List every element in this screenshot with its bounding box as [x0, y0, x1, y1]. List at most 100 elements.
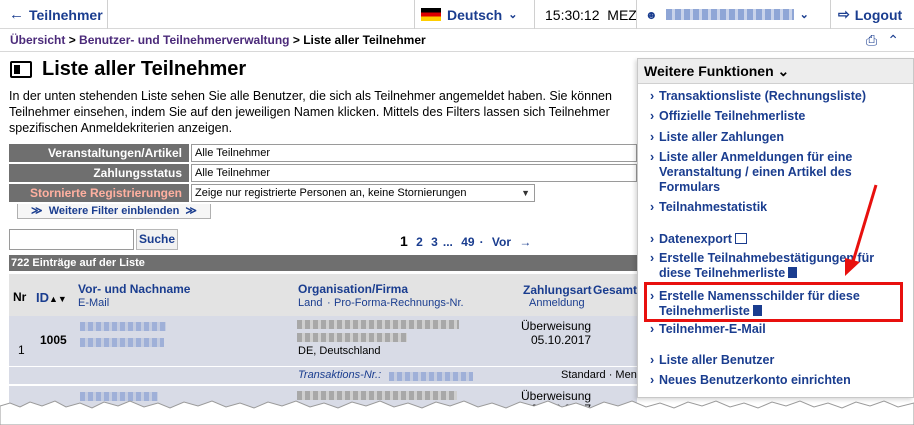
page-link[interactable]: 2	[416, 235, 423, 249]
redacted-transaction[interactable]	[389, 372, 473, 381]
filter-table: Veranstaltungen/Artikel Alle Teilnehmer …	[9, 144, 637, 204]
col-proforma[interactable]: Pro-Forma-Rechnungs-Nr.	[334, 297, 464, 309]
more-filters-button[interactable]: ≫ Weitere Filter einblenden ≫	[17, 204, 211, 219]
link-all-users[interactable]: Liste aller Benutzer	[650, 353, 908, 368]
link-transaction-list[interactable]: Transaktionsliste (Rechnungsliste)	[650, 89, 908, 104]
entry-count: 722 Einträge auf der Liste	[9, 255, 637, 271]
search-input[interactable]	[9, 229, 134, 250]
intro-line: Teilnehmer einsehen, indem Sie auf den j…	[9, 105, 610, 119]
filter-payment-select[interactable]: Alle Teilnehmer	[191, 164, 637, 182]
chevron-down-icon: ⌄	[799, 9, 809, 21]
clock-time: 15:30:12	[545, 6, 600, 23]
col-email[interactable]: E-Mail	[78, 297, 109, 309]
link-registrations-list[interactable]: Liste aller Anmeldungen für eine Veranst…	[650, 150, 908, 195]
breadcrumb-separator: >	[65, 33, 80, 47]
page-link[interactable]: 49	[461, 235, 474, 249]
page-title-text: Liste aller Teilnehmer	[42, 58, 247, 80]
pagination: 1 2 3... 49 · Vor →	[400, 233, 541, 249]
double-chevron-down-icon: ≫	[31, 205, 43, 217]
redacted-org	[297, 333, 407, 342]
row-payment: Überweisung	[521, 319, 592, 333]
language-selector[interactable]: Deutsch ⌄	[414, 0, 534, 29]
row-category: Standard · Men	[561, 369, 637, 381]
filter-event-label: Veranstaltungen/Artikel	[9, 144, 189, 162]
breadcrumb: Übersicht > Benutzer- und Teilnehmerverw…	[10, 33, 426, 47]
back-link-label: Teilnehmer	[29, 6, 103, 23]
panel-title: Weitere Funktionen	[644, 63, 774, 79]
redacted-org	[297, 320, 459, 329]
page-separator: ·	[479, 235, 484, 249]
pdf-icon	[788, 267, 798, 278]
torn-edge	[0, 400, 914, 425]
col-payment[interactable]: Zahlungsart	[523, 283, 592, 297]
link-official-participant-list[interactable]: Offizielle Teilnehmerliste	[650, 109, 908, 124]
link-participation-certificates[interactable]: Erstelle Teilnahmebestätigungen für dies…	[650, 251, 908, 281]
row-nr: 1	[18, 343, 25, 357]
col-org[interactable]: Organisation/Firma	[298, 282, 408, 296]
filter-event-select[interactable]: Alle Teilnehmer	[191, 144, 637, 162]
data-export-label: Datenexport	[659, 232, 732, 246]
link-participant-email[interactable]: Teilnehmer-E-Mail	[650, 322, 908, 337]
sort-icon[interactable]: ▲▼	[49, 294, 67, 304]
more-filters-label: Weitere Filter einblenden	[48, 205, 180, 217]
chevron-down-icon: ⌄	[777, 63, 790, 79]
intro-text: In der unten stehenden Liste sehen Sie a…	[9, 88, 639, 136]
page-ellipsis: ...	[442, 235, 453, 249]
col-id-label: ID	[36, 290, 49, 305]
export-icon	[734, 233, 747, 244]
panel-header[interactable]: Weitere Funktionen ⌄	[638, 59, 913, 84]
back-to-participants-link[interactable]: ← Teilnehmer	[0, 0, 108, 29]
breadcrumb-overview[interactable]: Übersicht	[10, 33, 65, 47]
divider	[0, 51, 914, 52]
link-new-user-account[interactable]: Neues Benutzerkonto einrichten	[650, 373, 908, 388]
filter-cancelled-select[interactable]: Zeige nur registrierte Personen an, kein…	[191, 184, 535, 202]
user-icon: ☻	[645, 7, 658, 22]
more-functions-panel: Weitere Funktionen ⌄ Transaktionsliste (…	[637, 58, 914, 398]
language-label: Deutsch	[447, 6, 503, 23]
breadcrumb-user-management[interactable]: Benutzer- und Teilnehmerverwaltung	[79, 33, 289, 47]
col-registration[interactable]: Anmeldung	[529, 297, 585, 309]
chevron-up-icon[interactable]: ⌃	[887, 32, 899, 48]
double-chevron-down-icon: ≫	[185, 205, 197, 217]
link-payment-list[interactable]: Liste aller Zahlungen	[650, 130, 908, 145]
user-name-redacted	[665, 9, 794, 20]
page-title: Liste aller Teilnehmer	[10, 58, 246, 81]
id-card-icon	[10, 61, 32, 78]
highlight-box	[644, 282, 903, 322]
page-link[interactable]: 3	[431, 235, 438, 249]
row-date: 05.10.2017	[531, 333, 592, 347]
filter-cancelled-value: Zeige nur registrierte Personen an, kein…	[195, 187, 467, 199]
print-icon[interactable]: ⎙	[866, 32, 877, 48]
certificates-label: Erstelle Teilnahmebestätigungen für dies…	[659, 251, 875, 280]
col-country[interactable]: Land	[298, 297, 322, 309]
page-tools: ⎙ ⌃	[866, 32, 909, 49]
col-name[interactable]: Vor- und Nachname	[78, 282, 190, 296]
arrow-right-icon: →	[519, 235, 532, 249]
logout-button[interactable]: ⇨ Logout	[830, 0, 914, 29]
logout-icon: ⇨	[838, 6, 850, 22]
redacted-name[interactable]	[80, 322, 166, 331]
col-nr: Nr	[13, 290, 27, 304]
breadcrumb-separator: >	[289, 33, 304, 47]
intro-line: spezifischen Anmeldekriterien anzeigen.	[9, 121, 233, 135]
redacted-email[interactable]	[80, 338, 164, 347]
col-total[interactable]: Gesamt	[593, 283, 637, 297]
logout-label: Logout	[854, 6, 903, 23]
intro-line: In der unten stehenden Liste sehen Sie a…	[9, 89, 612, 103]
row-id: 1005	[40, 333, 67, 347]
row-country: DE, Deutschland	[298, 345, 381, 357]
page-next[interactable]: Vor →	[492, 235, 536, 249]
table-row[interactable]: 1 1005 DE, Deutschland Überweisung 05.10…	[9, 316, 637, 366]
filter-cancelled-label: Stornierte Registrierungen	[9, 184, 189, 202]
link-statistics[interactable]: Teilnahmestatistik	[650, 200, 908, 215]
arrow-left-icon: ←	[9, 6, 24, 23]
clock-timezone: MEZ	[607, 6, 637, 23]
col-sep: ·	[327, 297, 331, 309]
user-menu[interactable]: ☻ ⌄	[636, 0, 830, 29]
search-button[interactable]: Suche	[136, 229, 178, 250]
filter-payment-label: Zahlungsstatus	[9, 164, 189, 182]
link-data-export[interactable]: Datenexport	[650, 232, 908, 247]
table-row-detail: Transaktions-Nr.: Standard · Men	[9, 366, 637, 384]
transaction-label: Transaktions-Nr.:	[298, 369, 382, 381]
col-id[interactable]: ID▲▼	[36, 290, 67, 305]
